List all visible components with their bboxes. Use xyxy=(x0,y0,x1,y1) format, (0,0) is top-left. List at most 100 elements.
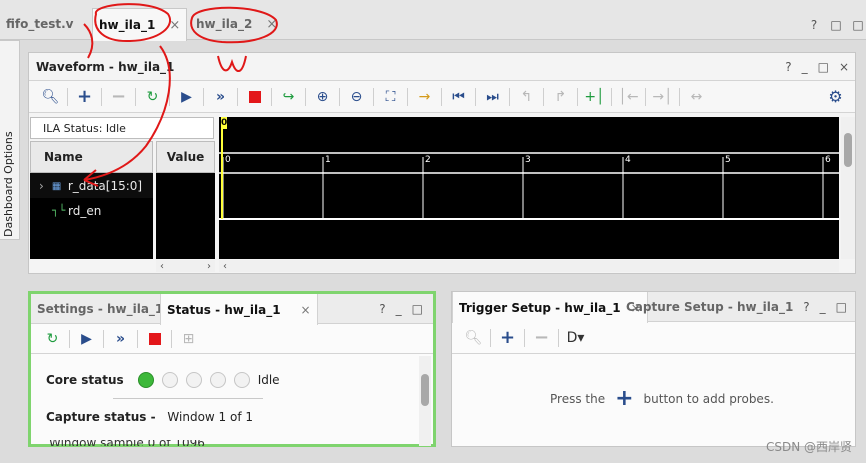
prev-transition-icon[interactable]: ↰ xyxy=(513,85,540,109)
tab-hw-ila-1[interactable]: hw_ila_1 × xyxy=(92,8,188,41)
search-icon[interactable]: 🔍︎ xyxy=(460,326,487,350)
scroll-left-icon[interactable]: ‹ xyxy=(160,261,164,272)
trigger-cursor-marker[interactable]: 0 xyxy=(221,117,227,129)
run-trigger-icon[interactable]: ▶ xyxy=(73,327,100,351)
wave-vscrollbar[interactable] xyxy=(841,117,855,259)
run-immediate-icon[interactable]: » xyxy=(207,85,234,109)
name-column-header[interactable]: Name xyxy=(30,141,153,173)
wave-hscrollbar[interactable]: ‹ xyxy=(219,260,839,272)
time-tick-label: 1 xyxy=(325,155,331,165)
help-icon[interactable]: ? xyxy=(785,60,791,74)
maximize-icon[interactable]: □ xyxy=(852,18,864,32)
stop-icon[interactable] xyxy=(241,85,268,109)
restore-icon[interactable]: □ xyxy=(836,300,847,314)
goto-end-icon[interactable]: ⏭︎ xyxy=(479,85,506,109)
zoom-search-icon[interactable]: 🔍︎ xyxy=(37,85,64,109)
close-icon[interactable]: × xyxy=(839,60,849,74)
time-tick-label: 0 xyxy=(225,155,231,165)
refresh-icon[interactable]: ↻ xyxy=(39,327,66,351)
time-tick-label: 4 xyxy=(625,155,631,165)
remove-probe-icon[interactable]: − xyxy=(528,326,555,350)
signal-row[interactable]: ┐└ rd_en xyxy=(30,198,153,223)
core-state-text: Idle xyxy=(257,373,280,387)
trigger-panel-tabs: Trigger Setup - hw_ila_1 × Capture Setup… xyxy=(452,292,855,323)
minimize-icon[interactable]: _ xyxy=(802,60,808,74)
zoom-fit-icon[interactable]: ⛶ xyxy=(377,85,404,109)
add-icon[interactable]: + xyxy=(615,388,633,410)
help-icon[interactable]: ? xyxy=(379,302,385,316)
add-icon[interactable]: + xyxy=(71,85,98,109)
export-icon[interactable]: ↪ xyxy=(275,85,302,109)
expand-icon[interactable]: › xyxy=(39,179,44,193)
help-icon[interactable]: ? xyxy=(803,300,809,314)
run-immediate-icon[interactable]: » xyxy=(107,327,134,351)
tab-label: Trigger Setup - hw_ila_1 xyxy=(459,300,621,315)
goto-start-icon[interactable]: ⏮︎ xyxy=(445,85,472,109)
watermark: CSDN @西岸贤 xyxy=(765,440,852,454)
close-icon[interactable]: × xyxy=(301,303,311,317)
status-led xyxy=(185,372,202,388)
tab-label: hw_ila_2 xyxy=(196,17,253,31)
waveform-canvas[interactable]: 0 1 2 3 4 5 6 0 xyxy=(219,117,839,259)
refresh-icon[interactable]: ↻ xyxy=(139,85,166,109)
logic-gate-icon[interactable]: D▾ xyxy=(562,326,589,350)
editor-tab-bar: fifo_test.v hw_ila_1 × hw_ila_2 × ? □ □ xyxy=(0,0,866,41)
prev-marker-icon[interactable]: │← xyxy=(615,85,642,109)
core-status-row: Core status Idle xyxy=(46,372,280,388)
help-icon[interactable]: ? xyxy=(808,18,820,32)
hint-text-before: Press the xyxy=(550,392,606,406)
trigger-setup-panel: Trigger Setup - hw_ila_1 × Capture Setup… xyxy=(451,291,856,447)
add-marker-icon[interactable]: +│ xyxy=(581,85,608,109)
next-transition-icon[interactable]: ↱ xyxy=(547,85,574,109)
next-marker-icon[interactable]: →│ xyxy=(649,85,676,109)
close-icon[interactable]: × xyxy=(266,17,277,32)
time-tick-label: 6 xyxy=(825,155,831,165)
capture-status-row: Capture status - Window 1 of 1 xyxy=(46,410,253,424)
tab-hw-ila-2[interactable]: hw_ila_2 × xyxy=(190,8,283,40)
status-led xyxy=(161,372,178,388)
gear-icon[interactable]: ⚙ xyxy=(822,85,849,109)
core-status-label: Core status xyxy=(46,373,124,387)
minimize-icon[interactable]: _ xyxy=(820,300,826,314)
time-tick-label: 3 xyxy=(525,155,531,165)
restore-icon[interactable]: □ xyxy=(818,60,829,74)
value-column-header[interactable]: Value xyxy=(156,141,215,173)
scroll-right-icon[interactable]: › xyxy=(207,261,211,272)
restore-icon[interactable]: □ xyxy=(412,302,423,316)
layout-icon[interactable]: ⊞ xyxy=(175,327,202,351)
scroll-thumb[interactable] xyxy=(421,374,429,406)
add-probes-hint: Press the + button to add probes. xyxy=(550,388,774,410)
tab-status[interactable]: Status - hw_ila_1 × xyxy=(160,294,318,325)
value-hscrollbar[interactable]: ‹ › xyxy=(156,260,215,272)
zoom-out-icon[interactable]: ⊖ xyxy=(343,85,370,109)
scroll-thumb[interactable] xyxy=(844,133,852,167)
goto-cursor-icon[interactable]: → xyxy=(411,85,438,109)
signal-row[interactable]: › ▦ r_data[15:0] xyxy=(30,173,153,198)
status-led xyxy=(233,372,250,388)
tab-capture-setup[interactable]: Capture Setup - hw_ila_1 xyxy=(620,292,799,322)
tab-trigger-setup[interactable]: Trigger Setup - hw_ila_1 × xyxy=(452,292,648,323)
swap-cursors-icon[interactable]: ↔ xyxy=(683,85,710,109)
scroll-left-icon[interactable]: ‹ xyxy=(223,261,227,272)
stop-icon[interactable] xyxy=(141,327,168,351)
minimize-icon[interactable]: _ xyxy=(396,302,402,316)
status-led-idle xyxy=(137,372,154,388)
tab-settings[interactable]: Settings - hw_ila_1 xyxy=(31,294,169,324)
remove-icon[interactable]: − xyxy=(105,85,132,109)
capture-status-value: Window 1 of 1 xyxy=(167,410,253,424)
status-vscrollbar[interactable] xyxy=(419,356,431,446)
ila-status: ILA Status: Idle xyxy=(30,117,214,139)
restore-icon[interactable]: □ xyxy=(830,18,842,32)
run-trigger-icon[interactable]: ▶ xyxy=(173,85,200,109)
bit-icon: ┐└ xyxy=(52,204,66,217)
close-icon[interactable]: × xyxy=(169,18,180,33)
ila-status-text: ILA Status: Idle xyxy=(43,121,126,135)
signal-value-column: Value xyxy=(156,141,215,259)
add-probe-icon[interactable]: + xyxy=(494,326,521,350)
dashboard-options-strip[interactable]: Dashboard Options xyxy=(0,40,20,240)
tab-fifo-test[interactable]: fifo_test.v xyxy=(0,8,80,40)
zoom-in-icon[interactable]: ⊕ xyxy=(309,85,336,109)
time-tick-label: 2 xyxy=(425,155,431,165)
bus-icon: ▦ xyxy=(51,180,62,192)
divider xyxy=(113,398,263,399)
